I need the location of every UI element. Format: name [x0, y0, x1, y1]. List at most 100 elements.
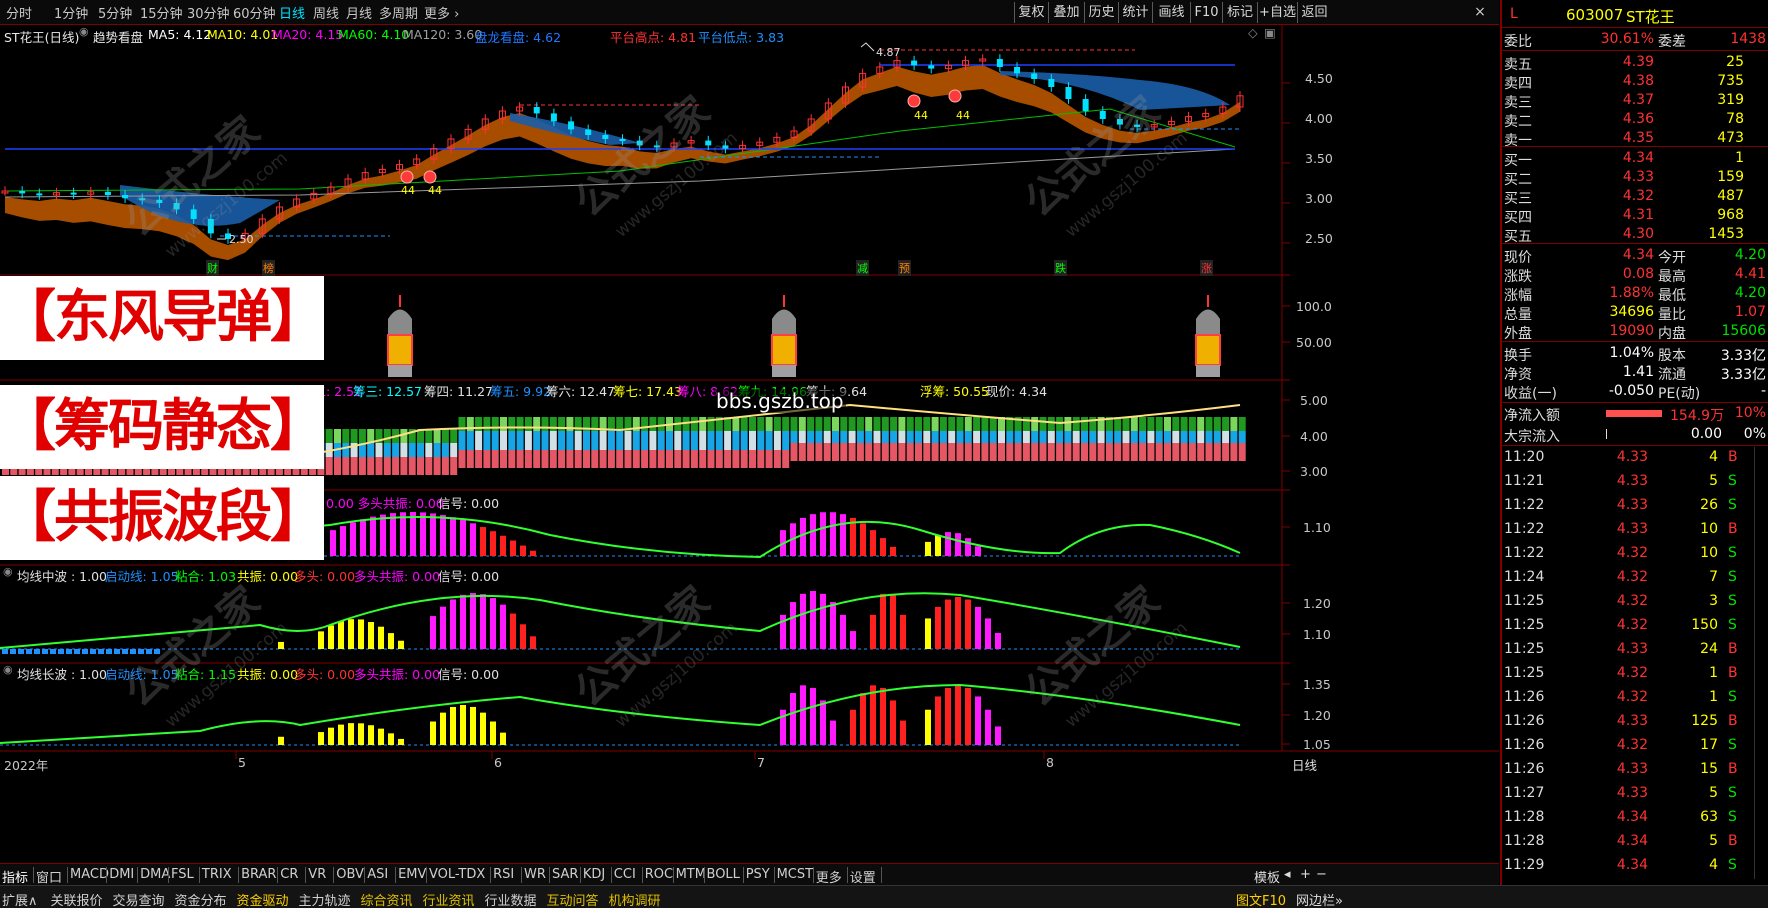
indicator-tab[interactable]: OBV: [336, 867, 364, 882]
indicator-tab[interactable]: PSY: [746, 867, 770, 882]
bottom-tab[interactable]: 机构调研: [609, 890, 661, 908]
bottom-tab[interactable]: 交易查询: [113, 890, 165, 908]
period-fenshi[interactable]: 分时: [6, 3, 32, 22]
close-icon[interactable]: ×: [1470, 2, 1490, 22]
bottom-tab[interactable]: 互动问答: [547, 890, 599, 908]
f10-button[interactable]: F10: [1190, 2, 1222, 23]
mid-wave-gear-icon[interactable]: ◉: [3, 565, 13, 578]
indicator-tab[interactable]: 设置: [850, 867, 876, 886]
indicator-tab[interactable]: FSL: [171, 867, 194, 882]
chip-bar: [400, 429, 408, 443]
template-button[interactable]: 模板: [1254, 867, 1280, 886]
bottom-tab[interactable]: 主力轨迹: [299, 890, 351, 908]
chip-bar: [915, 443, 922, 461]
overlay-button[interactable]: 叠加: [1048, 2, 1084, 23]
indicator-tab[interactable]: SAR: [552, 867, 578, 882]
indicator-tab[interactable]: ASI: [367, 867, 388, 882]
wave-bar: [880, 538, 886, 556]
chip-bar: [1039, 443, 1047, 461]
indicator-tab[interactable]: WR: [524, 867, 546, 882]
chip-bar: [848, 417, 856, 431]
long-wave-gear-icon[interactable]: ◉: [3, 663, 13, 676]
history-button[interactable]: 历史: [1084, 2, 1118, 23]
stats-button[interactable]: 统计: [1118, 2, 1152, 23]
indicator-tab[interactable]: 窗口: [36, 867, 62, 886]
draw-button[interactable]: 画线: [1152, 2, 1190, 23]
x-axis-month: 6: [494, 755, 502, 770]
event-tag-limit-up[interactable]: 涨: [1200, 260, 1213, 276]
bottom-tab[interactable]: 扩展∧: [2, 890, 38, 908]
bottom-tab[interactable]: 资金分布: [175, 890, 227, 908]
indicator-tab[interactable]: BOLL: [707, 867, 740, 882]
chip-bar: [508, 417, 516, 431]
period-monthly[interactable]: 月线: [346, 3, 372, 22]
indicator-tab[interactable]: 更多: [816, 867, 842, 886]
chip-bar: [1164, 417, 1171, 431]
indicator-tab[interactable]: RSI: [493, 867, 514, 882]
indicator-tab[interactable]: DMA: [140, 867, 170, 882]
chip-bar: [1014, 443, 1022, 461]
chip-bar: [915, 431, 922, 443]
mid-wave-resonance: 共振: 0.00: [237, 569, 299, 584]
indicator-tab[interactable]: VOL-TDX: [429, 867, 485, 882]
event-tag-forecast[interactable]: 预: [898, 260, 911, 276]
indicator-tab[interactable]: MTM: [676, 867, 706, 882]
tick-scrollbar[interactable]: [1754, 447, 1768, 879]
chip-bar: [948, 417, 956, 431]
period-weekly[interactable]: 周线: [313, 3, 339, 22]
panel-menu-icon[interactable]: ▣: [1264, 25, 1276, 40]
sidebar-toggle[interactable]: 网边栏»: [1296, 890, 1343, 908]
indicator-gear-icon[interactable]: ◉: [79, 25, 89, 38]
wave-bar: [830, 720, 836, 745]
zoom-in-icon[interactable]: +: [1300, 867, 1311, 882]
bottom-tab[interactable]: 资金驱动: [237, 890, 289, 908]
mark-button[interactable]: 标记: [1222, 2, 1257, 23]
indicator-tab[interactable]: VR: [308, 867, 326, 882]
book-price: 4.32: [1622, 188, 1654, 204]
chip-bar: [1139, 443, 1147, 461]
period-1min[interactable]: 1分钟: [54, 3, 88, 22]
chip-bar: [475, 450, 483, 468]
event-tag-reduce[interactable]: 减: [856, 260, 869, 276]
indicator-tab[interactable]: TRIX: [202, 867, 232, 882]
zoom-out-icon[interactable]: −: [1316, 867, 1327, 882]
bottom-tab[interactable]: 关联报价: [51, 890, 103, 908]
nav-left-icon[interactable]: ◂: [1284, 867, 1291, 882]
event-tag-list[interactable]: 榜: [262, 260, 275, 276]
period-5min[interactable]: 5分钟: [98, 3, 132, 22]
period-multi[interactable]: 多周期: [379, 3, 418, 22]
indicator-tab[interactable]: 指标: [2, 867, 28, 886]
indicator-tab[interactable]: CR: [280, 867, 298, 882]
indicator-tab[interactable]: MACD: [70, 867, 109, 882]
tick-price: 4.32: [1616, 665, 1648, 681]
period-60min[interactable]: 60分钟: [233, 3, 276, 22]
ma60-label: MA60: 4.10: [338, 27, 410, 42]
f10-graphic-tab[interactable]: 图文F10: [1236, 890, 1286, 908]
period-more[interactable]: 更多 ›: [424, 3, 459, 22]
period-30min[interactable]: 30分钟: [187, 3, 230, 22]
event-tag-finance[interactable]: 财: [206, 260, 219, 276]
event-tag-limit-down[interactable]: 跌: [1054, 260, 1067, 276]
period-daily[interactable]: 日线: [279, 3, 305, 22]
add-watchlist-button[interactable]: +自选: [1257, 2, 1297, 23]
indicator-tab[interactable]: KDJ: [583, 867, 605, 882]
indicator-tab[interactable]: EMV: [398, 867, 426, 882]
bottom-tab[interactable]: 行业资讯: [423, 890, 475, 908]
chip-bar: [815, 417, 823, 431]
tick-volume: 24: [1700, 641, 1718, 657]
chip-bar: [358, 457, 366, 475]
chip-bar: [1089, 443, 1097, 461]
back-button[interactable]: 返回: [1297, 2, 1331, 23]
indicator-tab[interactable]: ROC: [645, 867, 673, 882]
indicator-tab[interactable]: BRAR: [241, 867, 276, 882]
indicator-tab[interactable]: MCST: [777, 867, 814, 882]
indicator-tab[interactable]: DMI: [109, 867, 134, 882]
period-15min[interactable]: 15分钟: [140, 3, 183, 22]
wave-bar: [810, 514, 816, 556]
bottom-tab[interactable]: 综合资讯: [361, 890, 413, 908]
fuquan-button[interactable]: 复权: [1014, 2, 1048, 23]
indicator-tab[interactable]: CCI: [614, 867, 636, 882]
chip-bar: [491, 450, 499, 468]
bottom-tab[interactable]: 行业数据: [485, 890, 537, 908]
panel-diamond-icon[interactable]: ◇: [1248, 25, 1258, 40]
